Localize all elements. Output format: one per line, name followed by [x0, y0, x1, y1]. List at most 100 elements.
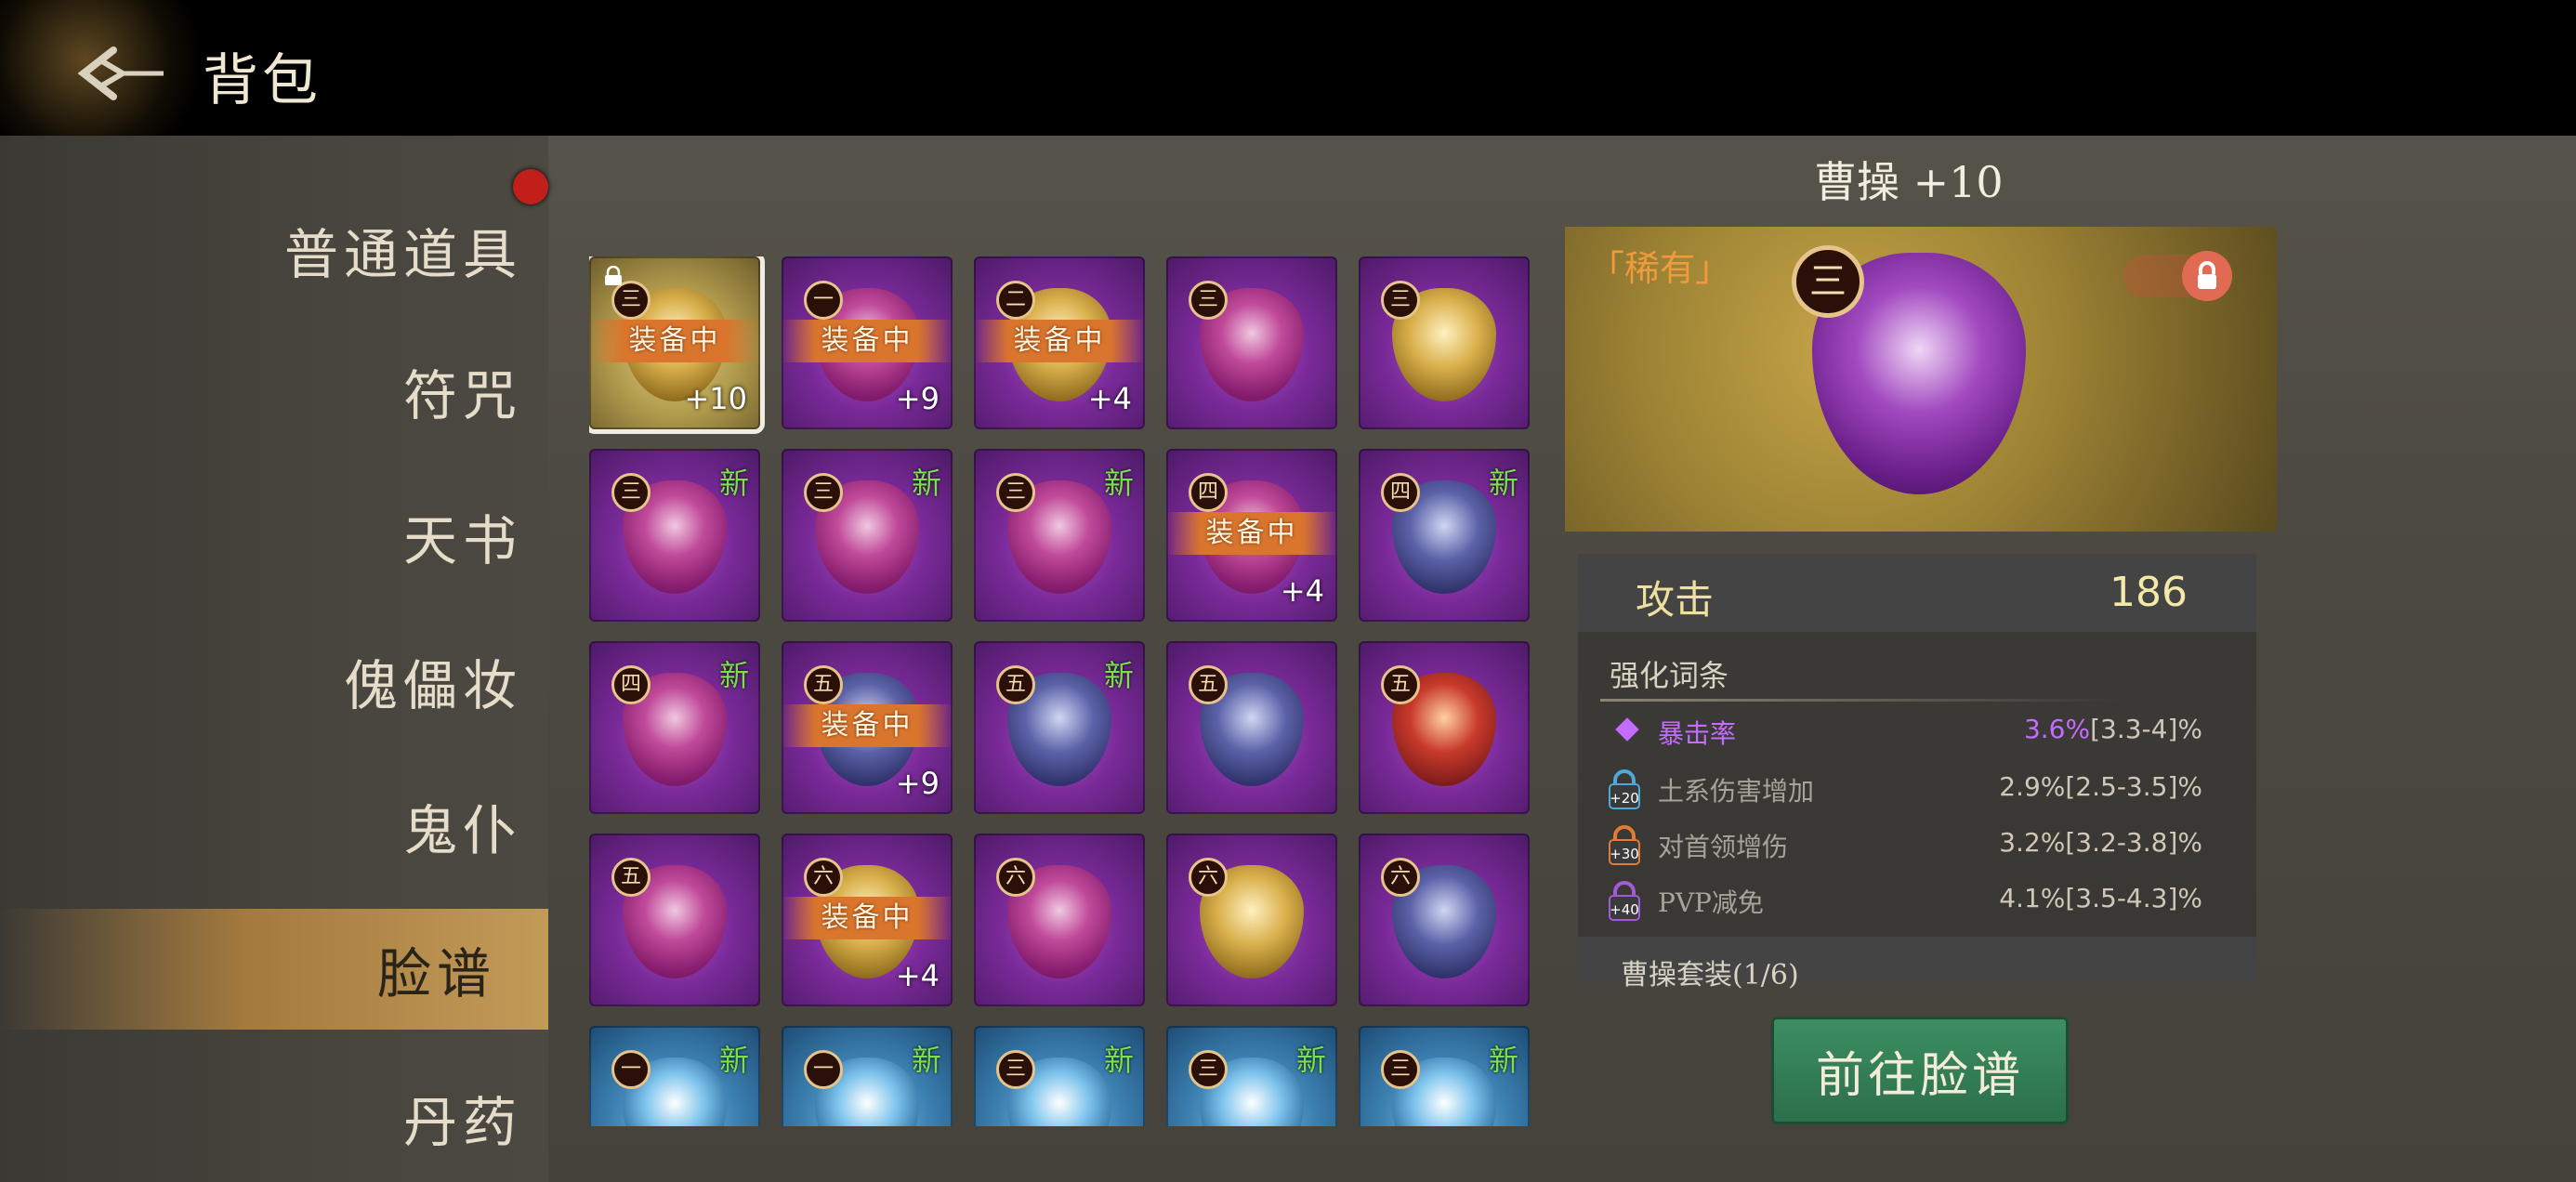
top-bar: [0, 0, 2576, 136]
item-grid: 三装备中 +10 一装备中 +9 二装备中 +4 三三三新三新三新四装备中 +4 四新四新五装备…: [589, 256, 1537, 1126]
equipped-banner: 装备中: [782, 320, 953, 362]
tier-badge: 五: [611, 858, 651, 897]
new-tag: 新: [718, 466, 749, 501]
affix-value: 2.9%[2.5-3.5]%: [1999, 771, 2202, 802]
mask-item-cell[interactable]: 五: [589, 834, 760, 1006]
attack-label: 攻击: [1636, 577, 1715, 623]
mask-item-cell[interactable]: 三新: [974, 1026, 1145, 1126]
mask-item-cell[interactable]: 六装备中 +4: [782, 834, 953, 1006]
tier-badge: 三: [1189, 281, 1228, 320]
new-tag: 新: [1488, 1043, 1518, 1078]
sidebar-item-charms[interactable]: 符咒: [0, 331, 548, 452]
new-tag: 新: [1488, 466, 1518, 501]
sidebar-item-heavenly-book[interactable]: 天书: [0, 476, 548, 597]
mask-item-cell[interactable]: 六: [974, 834, 1145, 1006]
tier-badge: 五: [1381, 665, 1420, 704]
sidebar-item-puppet-makeup[interactable]: 傀儡妆: [0, 621, 548, 742]
affix-range: [3.2-3.8]%: [2065, 827, 2202, 858]
enhance-level: +10: [684, 381, 747, 416]
new-tag: 新: [911, 466, 941, 501]
equipped-banner: 装备中: [782, 897, 953, 939]
goto-face-masks-button[interactable]: 前往脸谱: [1771, 1017, 2069, 1124]
attack-value: 186: [2109, 569, 2188, 616]
unlock-level: +30: [1610, 846, 1639, 862]
mask-item-cell[interactable]: 二装备中 +4: [974, 256, 1145, 429]
mask-item-cell[interactable]: 五: [1359, 641, 1530, 814]
equipped-banner: 装备中: [782, 704, 953, 747]
mask-item-cell[interactable]: 六: [1359, 834, 1530, 1006]
lock-toggle[interactable]: [2123, 251, 2232, 301]
tier-badge: 五: [1189, 665, 1228, 704]
affix-range: [2.5-3.5]%: [2065, 771, 2202, 802]
affix-row: +20 土系伤害增加 2.9%[2.5-3.5]%: [1608, 766, 2202, 814]
mask-item-cell[interactable]: 五新: [974, 641, 1145, 814]
lock-icon: [2182, 251, 2232, 301]
new-tag: 新: [1103, 466, 1134, 501]
new-tag: 新: [718, 1043, 749, 1078]
diamond-icon: [1615, 717, 1639, 742]
tier-badge: 三: [1381, 281, 1420, 320]
tier-badge: 三: [1381, 1050, 1420, 1089]
mask-item-cell[interactable]: 四新: [589, 641, 760, 814]
affix-row: +30 对首领增伤 3.2%[3.2-3.8]%: [1608, 821, 2202, 870]
tier-badge: 三: [611, 473, 651, 512]
affix-range: [3.3-4]%: [2090, 714, 2202, 744]
new-tag: 新: [911, 1043, 941, 1078]
affix-current: 4.1%: [1999, 883, 2066, 913]
tier-badge: 五: [804, 665, 843, 704]
affix-value: 3.2%[3.2-3.8]%: [1999, 827, 2202, 858]
mask-item-cell[interactable]: 一新: [589, 1026, 760, 1126]
tier-badge: 一: [611, 1050, 651, 1089]
mask-item-cell[interactable]: 三新: [1359, 1026, 1530, 1126]
back-arrow-icon[interactable]: [67, 41, 169, 106]
sidebar-item-face-masks[interactable]: 脸谱: [0, 909, 548, 1030]
lock-icon: +40: [1609, 881, 1640, 921]
mask-item-cell[interactable]: 三新: [974, 449, 1145, 622]
notification-dot: [513, 169, 548, 204]
tier-badge: 一: [804, 1050, 843, 1089]
sidebar-item-label: 脸谱: [376, 942, 496, 1005]
affix-name: 暴击率: [1658, 718, 1737, 749]
tier-badge: 六: [804, 858, 843, 897]
mask-item-cell[interactable]: 四新: [1359, 449, 1530, 622]
tier-badge: 二: [996, 281, 1035, 320]
page-title: 背包: [203, 48, 322, 113]
tier-badge: 三: [996, 1050, 1035, 1089]
new-tag: 新: [1103, 1043, 1134, 1078]
sidebar-item-common-items[interactable]: 普通道具: [0, 190, 548, 310]
new-tag: 新: [718, 658, 749, 693]
sidebar-item-label: 丹药: [402, 1091, 522, 1154]
mask-item-cell[interactable]: 六: [1166, 834, 1337, 1006]
set-bonus-label: 曹操套装(1/6): [1621, 959, 1799, 992]
mask-item-cell[interactable]: 五: [1166, 641, 1337, 814]
mask-item-cell[interactable]: 三: [1166, 256, 1337, 429]
mask-item-cell[interactable]: 三新: [589, 449, 760, 622]
mask-item-cell[interactable]: 三新: [1166, 1026, 1337, 1126]
affix-current: 3.6%: [2023, 714, 2091, 744]
sidebar-item-ghost-servant[interactable]: 鬼仆: [0, 766, 548, 886]
new-tag: 新: [1295, 1043, 1326, 1078]
unlock-level: +20: [1610, 790, 1639, 807]
tier-badge: 六: [1189, 858, 1228, 897]
unlock-level: +40: [1610, 901, 1639, 918]
mask-item-cell[interactable]: 一装备中 +9: [782, 256, 953, 429]
new-tag: 新: [1103, 658, 1134, 693]
mask-item-cell[interactable]: 四装备中 +4: [1166, 449, 1337, 622]
tier-badge: 三: [1792, 245, 1864, 318]
mask-item-cell[interactable]: 一新: [782, 1026, 953, 1126]
affix-value: 4.1%[3.5-4.3]%: [1999, 883, 2202, 913]
mask-item-cell[interactable]: 三新: [782, 449, 953, 622]
sidebar-item-elixirs[interactable]: 丹药: [0, 1057, 548, 1178]
mask-item-cell[interactable]: 五装备中 +9: [782, 641, 953, 814]
affix-name: 土系伤害增加: [1658, 776, 1815, 807]
affix-row: 暴击率 3.6%[3.3-4]%: [1608, 708, 2202, 756]
sidebar-item-label: 普通道具: [283, 223, 522, 286]
mask-item-cell[interactable]: 三装备中 +10: [589, 256, 765, 434]
rarity-label: 「稀有」: [1589, 248, 1731, 289]
enhance-level: +9: [895, 381, 940, 416]
divider: [1600, 699, 2121, 702]
enhance-level: +4: [895, 958, 940, 993]
tier-badge: 三: [996, 473, 1035, 512]
mask-item-cell[interactable]: 三: [1359, 256, 1530, 429]
tier-badge: 四: [1381, 473, 1420, 512]
